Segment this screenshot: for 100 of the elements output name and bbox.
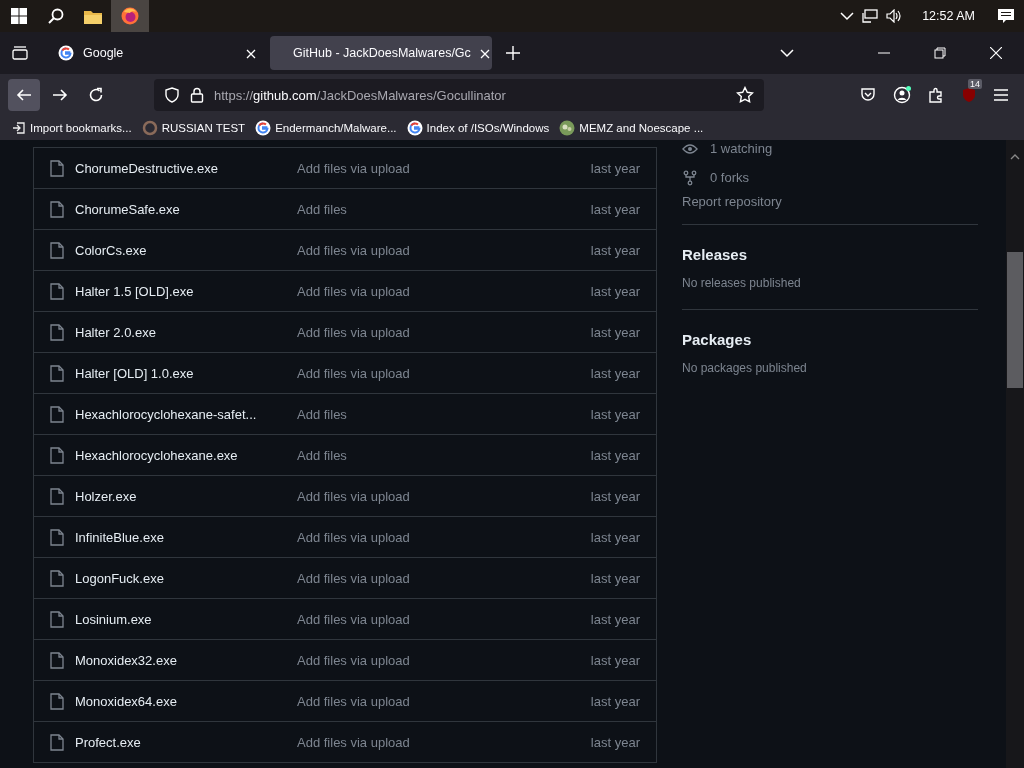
new-tab-icon[interactable] [506,46,520,60]
bookmark-item[interactable]: RUSSIAN TEST [141,120,246,136]
commit-message-link[interactable]: Add files via upload [297,160,591,176]
lock-icon [190,87,204,103]
commit-age: last year [590,242,640,258]
speaker-icon[interactable] [886,9,903,23]
file-icon [50,692,64,710]
file-name-link[interactable]: Losinium.exe [75,611,297,627]
clock[interactable]: 12:52 AM [922,9,975,23]
commit-age: last year [590,201,640,217]
pocket-icon[interactable] [860,87,876,103]
commit-age: last year [590,406,640,422]
section-heading[interactable]: Releases [682,241,978,271]
commit-message-link[interactable]: Add files [297,201,591,217]
file-icon [50,282,64,300]
bookmark-item[interactable]: Import bookmarks... [12,121,132,135]
commit-message-link[interactable]: Add files via upload [297,242,591,258]
file-icon [50,364,64,382]
commit-message-link[interactable]: Add files via upload [297,529,591,545]
commit-age: last year [590,447,640,463]
commit-age: last year [590,611,640,627]
commit-message-link[interactable]: Add files via upload [297,570,591,586]
network-icon[interactable] [862,9,879,23]
back-arrow-icon[interactable] [16,87,32,103]
file-name-link[interactable]: Holzer.exe [75,488,297,504]
commit-message-link[interactable]: Add files via upload [297,693,591,709]
commit-age: last year [590,283,640,299]
commit-message-link[interactable]: Add files [297,447,591,463]
menu-icon[interactable] [994,89,1008,101]
file-icon [50,405,64,423]
file-name-link[interactable]: ChorumeDestructive.exe [75,160,297,176]
forks-link[interactable]: 0 forks [710,170,749,185]
close-icon[interactable] [990,47,1002,59]
commit-message-link[interactable]: Add files via upload [297,734,591,750]
account-icon[interactable] [893,86,911,104]
forward-arrow-icon[interactable] [52,87,68,103]
address-bar[interactable]: https://github.com/JackDoesMalwares/Gocullinator [154,79,764,111]
import-icon [12,121,26,135]
commit-message-link[interactable]: Add files via upload [297,324,591,340]
commit-age: last year [590,324,640,340]
empty-note: No packages published [682,360,808,377]
file-name-link[interactable]: Hexachlorocyclohexane.exe [75,447,297,463]
commit-message-link[interactable]: Add files [297,406,591,422]
commit-age: last year [590,488,640,504]
folder-icon[interactable] [83,8,102,24]
reload-icon[interactable] [88,87,104,103]
restore-icon[interactable] [934,47,946,59]
section-heading[interactable]: Packages [682,326,978,356]
scrollbar-thumb[interactable] [1007,252,1023,388]
file-name-link[interactable]: InfiniteBlue.exe [75,529,297,545]
watchers-link[interactable]: 1 watching [710,141,773,156]
commit-message-link[interactable]: Add files via upload [297,365,591,381]
notification-icon[interactable] [996,8,1015,24]
file-name-link[interactable]: Monoxidex64.exe [75,693,297,709]
commit-message-link[interactable]: Add files via upload [297,611,591,627]
commit-age: last year [590,570,640,586]
bookmark-star-icon[interactable] [736,86,754,104]
commit-message-link[interactable]: Add files via upload [297,283,591,299]
tab-list-icon[interactable] [12,46,28,60]
file-icon [50,159,64,177]
search-icon[interactable] [47,8,64,24]
shield-icon[interactable] [164,87,180,103]
bookmark-item[interactable]: Index of /ISOs/Windows [406,120,550,136]
report-link[interactable]: Report repository [682,192,978,216]
file-name-link[interactable]: LogonFuck.exe [75,570,297,586]
commit-message-link[interactable]: Add files via upload [297,488,591,504]
file-name-link[interactable]: ColorCs.exe [75,242,297,258]
scroll-up-icon[interactable] [1010,153,1020,160]
browser-tab[interactable]: GitHub - JackDoesMalwares/Gc [270,36,492,70]
empty-note: No releases published [682,275,802,292]
google-icon [406,120,423,136]
commit-age: last year [590,160,640,176]
file-name-link[interactable]: Profect.exe [75,734,297,750]
commit-age: last year [590,693,640,709]
file-name-link[interactable]: ChorumeSafe.exe [75,201,297,217]
google-icon [255,120,272,136]
file-name-link[interactable]: Halter [OLD] 1.0.exe [75,365,297,381]
browser-icon[interactable] [121,7,139,25]
file-icon [50,651,64,669]
ring-icon [141,120,158,136]
commit-age: last year [590,734,640,750]
browser-tab[interactable]: Google [44,36,266,70]
globe-icon [559,120,576,136]
file-name-link[interactable]: Hexachlorocyclohexane-safet... [75,406,297,422]
bookmark-item[interactable]: Endermanch/Malware... [255,120,397,136]
file-icon [50,733,64,751]
file-icon [50,200,64,218]
file-icon [50,569,64,587]
puzzle-icon[interactable] [928,87,944,103]
file-name-link[interactable]: Halter 1.5 [OLD].exe [75,283,297,299]
file-name-link[interactable]: Monoxidex32.exe [75,652,297,668]
windows-start-icon[interactable] [10,8,27,24]
file-name-link[interactable]: Halter 2.0.exe [75,324,297,340]
file-icon [50,323,64,341]
bookmark-item[interactable]: MEMZ and Noescape ... [559,120,704,136]
chevron-down-icon[interactable] [780,48,794,58]
file-icon [50,446,64,464]
commit-message-link[interactable]: Add files via upload [297,652,591,668]
commit-age: last year [590,529,640,545]
chevron-up-icon[interactable] [840,11,855,21]
